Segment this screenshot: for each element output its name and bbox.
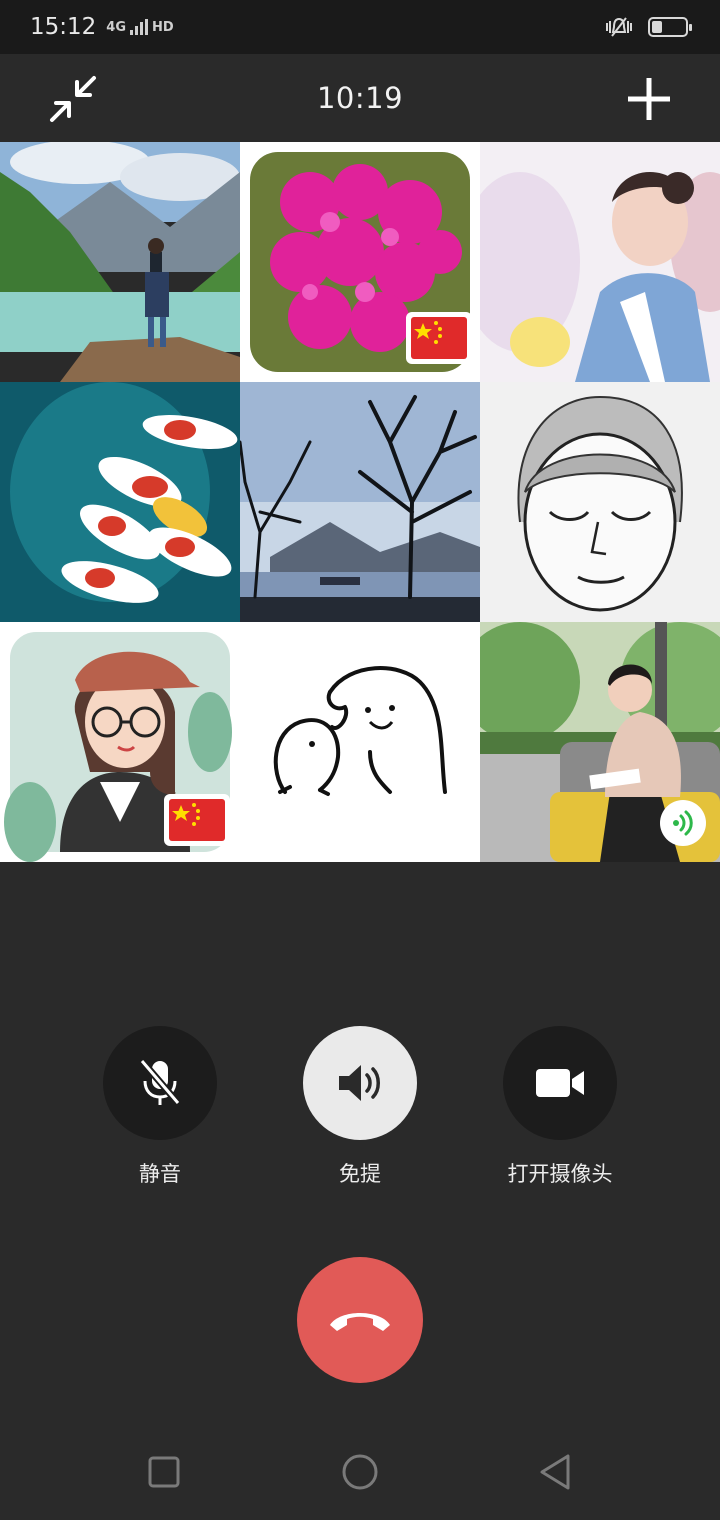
- participant-tile-7[interactable]: [0, 622, 240, 862]
- speaker-icon: [339, 1065, 380, 1101]
- hd-badge: HD: [152, 19, 174, 35]
- mute-circle[interactable]: [103, 1026, 217, 1140]
- vibrate-icon: [606, 17, 632, 37]
- voice-activity-icon: [660, 800, 706, 846]
- china-flag-icon: [406, 312, 472, 364]
- mountain-lake-photo: [0, 142, 240, 382]
- participant-tile-4[interactable]: [0, 382, 240, 622]
- mute-label: 静音: [139, 1162, 181, 1186]
- two-doodle-characters: [240, 622, 480, 862]
- participant-tile-6[interactable]: [480, 382, 720, 622]
- participant-tile-2[interactable]: [240, 142, 480, 382]
- call-controls: 静音 免提 打开摄像头: [0, 1026, 720, 1196]
- koi-fish-painting: [0, 382, 240, 622]
- girl-portrait-photo: [480, 142, 720, 382]
- network-indicator: 4G HD: [106, 19, 174, 35]
- signal-icon: [130, 19, 149, 35]
- participant-tile-5[interactable]: [240, 382, 480, 622]
- shrink-window-icon[interactable]: [48, 74, 98, 124]
- square-icon[interactable]: [142, 1450, 186, 1494]
- hang-up-icon: [330, 1313, 390, 1331]
- participant-tile-3[interactable]: [480, 142, 720, 382]
- video-camera-icon: [536, 1069, 584, 1097]
- battery-icon: [648, 17, 692, 37]
- call-timer: 10:19: [316, 81, 404, 115]
- mic-muted-icon: [139, 1058, 181, 1106]
- network-type: 4G: [106, 19, 127, 35]
- call-header: 10:19: [0, 54, 720, 142]
- speaker-label: 免提: [339, 1162, 381, 1186]
- participant-tile-8[interactable]: [240, 622, 480, 862]
- add-participant-icon[interactable]: [626, 76, 672, 122]
- hang-up-button[interactable]: [297, 1257, 423, 1383]
- system-nav-bar: [0, 1422, 720, 1520]
- mute-button[interactable]: 静音: [70, 1026, 250, 1188]
- camera-circle[interactable]: [503, 1026, 617, 1140]
- camera-label: 打开摄像头: [507, 1162, 613, 1186]
- participant-tile-1[interactable]: [0, 142, 240, 382]
- status-time: 15:12: [30, 14, 97, 40]
- speaker-circle[interactable]: [303, 1026, 417, 1140]
- camera-button[interactable]: 打开摄像头: [470, 1026, 650, 1188]
- sketch-face-drawing: [480, 382, 720, 622]
- bare-trees-lake-photo: [240, 382, 480, 622]
- participant-grid: [0, 142, 720, 862]
- china-flag-icon: [164, 794, 230, 846]
- triangle-back-icon[interactable]: [534, 1450, 578, 1494]
- participant-tile-9[interactable]: [480, 622, 720, 862]
- speaker-button[interactable]: 免提: [270, 1026, 450, 1188]
- circle-icon[interactable]: [338, 1450, 382, 1494]
- status-bar: 15:12 4G HD: [0, 0, 720, 54]
